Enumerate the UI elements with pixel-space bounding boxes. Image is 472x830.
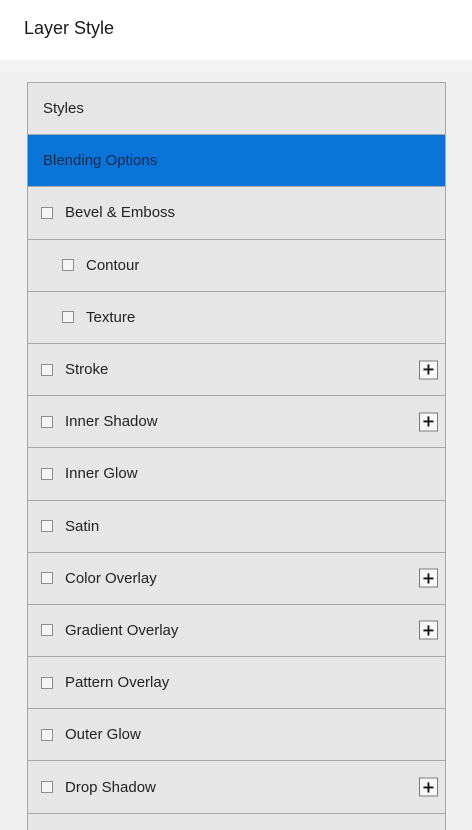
texture-checkbox[interactable]: [62, 311, 74, 324]
list-empty-area: [28, 814, 445, 830]
blending-options-label: Blending Options: [43, 152, 158, 170]
style-item-label: Gradient Overlay: [65, 621, 179, 639]
style-item-inner-glow[interactable]: Inner Glow: [28, 448, 445, 501]
style-item-contour[interactable]: Contour: [28, 240, 445, 292]
style-item-label: Outer Glow: [65, 726, 141, 744]
style-item-texture[interactable]: Texture: [28, 292, 445, 344]
dialog-title-bar: Layer Style: [0, 0, 472, 60]
inner-shadow-checkbox[interactable]: [41, 415, 53, 428]
style-item-label: Contour: [86, 256, 140, 274]
inner-glow-checkbox[interactable]: [41, 467, 53, 480]
add-gradient-overlay-button[interactable]: +: [419, 620, 438, 640]
style-item-label: Drop Shadow: [65, 778, 156, 796]
style-item-label: Inner Shadow: [65, 413, 158, 431]
style-item-label: Satin: [65, 517, 100, 535]
styles-list: Styles Blending Options Bevel & Emboss C…: [27, 82, 446, 830]
style-item-inner-shadow[interactable]: Inner Shadow +: [28, 396, 445, 449]
outer-glow-checkbox[interactable]: [41, 728, 53, 741]
style-item-drop-shadow[interactable]: Drop Shadow +: [28, 761, 445, 814]
add-color-overlay-button[interactable]: +: [419, 568, 438, 588]
style-item-outer-glow[interactable]: Outer Glow: [28, 709, 445, 762]
style-item-label: Pattern Overlay: [65, 674, 170, 692]
style-item-color-overlay[interactable]: Color Overlay +: [28, 553, 445, 605]
style-item-label: Color Overlay: [65, 569, 157, 587]
satin-checkbox[interactable]: [41, 520, 53, 533]
style-item-pattern-overlay[interactable]: Pattern Overlay: [28, 657, 445, 710]
style-item-label: Stroke: [65, 361, 109, 379]
style-item-bevel-emboss[interactable]: Bevel & Emboss: [28, 187, 445, 240]
style-item-gradient-overlay[interactable]: Gradient Overlay +: [28, 605, 445, 658]
style-item-label: Texture: [86, 308, 136, 326]
styles-header[interactable]: Styles: [28, 83, 445, 136]
add-stroke-button[interactable]: +: [419, 360, 438, 380]
add-drop-shadow-button[interactable]: +: [419, 777, 438, 797]
stroke-checkbox[interactable]: [41, 363, 53, 376]
gradient-overlay-checkbox[interactable]: [41, 624, 53, 637]
bevel-emboss-checkbox[interactable]: [41, 206, 53, 219]
drop-shadow-checkbox[interactable]: [41, 781, 53, 794]
style-item-satin[interactable]: Satin: [28, 501, 445, 553]
dialog-title: Layer Style: [24, 18, 115, 38]
style-item-stroke[interactable]: Stroke +: [28, 344, 445, 397]
add-inner-shadow-button[interactable]: +: [419, 412, 438, 432]
pattern-overlay-checkbox[interactable]: [41, 676, 53, 689]
blending-options-item[interactable]: Blending Options: [28, 135, 445, 188]
contour-checkbox[interactable]: [62, 259, 74, 272]
style-item-label: Bevel & Emboss: [65, 204, 176, 222]
styles-header-label: Styles: [43, 100, 84, 118]
style-item-label: Inner Glow: [65, 465, 138, 483]
color-overlay-checkbox[interactable]: [41, 572, 53, 585]
